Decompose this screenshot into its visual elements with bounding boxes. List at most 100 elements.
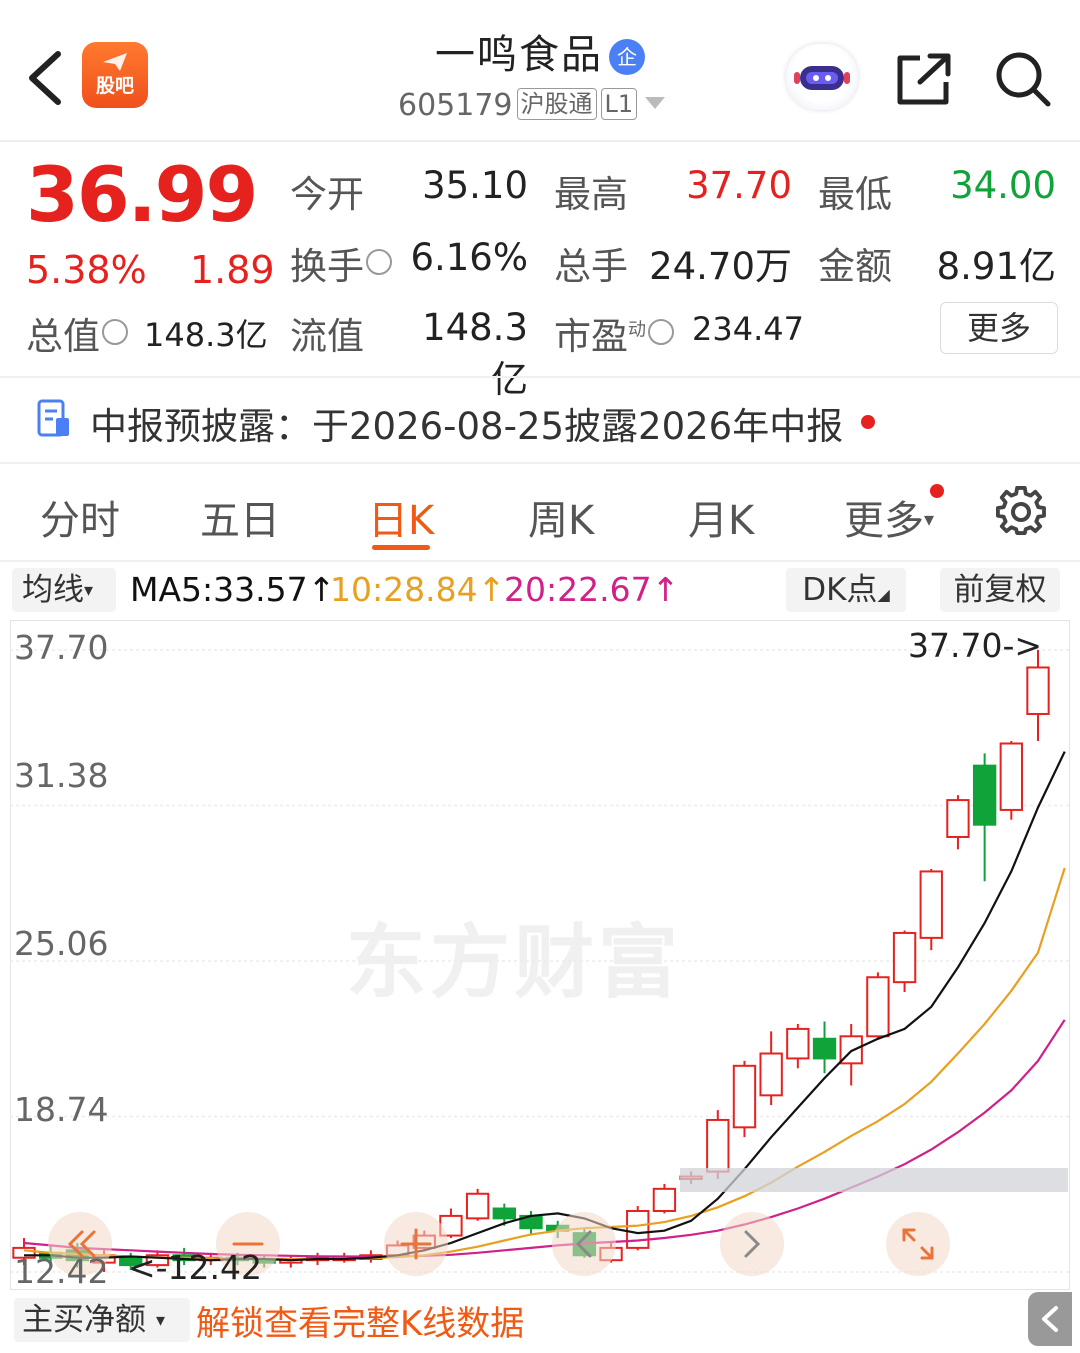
tab-monthly-k[interactable]: 月K [688,488,754,546]
ma10-value: 10:28.84 [330,570,478,609]
candle-up [999,742,1023,811]
chevron-left-icon [1042,1306,1058,1332]
document-icon [37,399,69,437]
ai-robot-avatar[interactable] [786,44,858,110]
candle-up [1026,666,1050,715]
tab-more[interactable]: 更多▾ [844,488,934,546]
pe-dynamic-sup: 动 [628,319,646,341]
active-tab-indicator [372,545,430,550]
turnover-label-text: 换手 [290,245,364,288]
caret-down-icon: ▾ [156,1310,166,1331]
tab-daily-k[interactable]: 日K [368,488,434,546]
paper-plane-icon [103,53,127,71]
net-buy-select[interactable]: 主买净额 ▾ [14,1298,190,1342]
search-icon[interactable] [994,50,1052,108]
tab-intraday[interactable]: 分时 [40,488,120,546]
change-amount: 1.89 [190,248,275,292]
earnings-notice[interactable]: 中报预披露：于2026-08-25披露2026年中报 [90,396,876,450]
total-cap-label-text: 总值 [26,315,100,358]
support-zone-band [680,1168,1068,1192]
indicator-select-label: 均线 [22,572,84,608]
candle-down [492,1207,516,1220]
change-percent: 5.38% [26,248,147,292]
back-arrow-icon[interactable] [22,48,70,108]
volume-label: 总手 [554,245,628,288]
y-tick-label: 31.38 [14,756,109,795]
high-label: 最高 [554,173,628,216]
low-value: 34.00 [950,164,1056,207]
up-arrow-icon: ↑ [651,570,680,609]
high-value: 37.70 [686,164,792,207]
ma20-value: 20:22.67 [504,570,652,609]
pe-value: 234.47 [692,310,804,348]
unlock-full-data-link[interactable]: 解锁查看完整K线数据 [196,1296,524,1345]
info-face-icon [648,319,674,345]
divider [0,376,1080,378]
net-buy-select-label: 主买净额 [22,1302,146,1338]
corner-triangle-icon: ◢ [877,585,890,604]
info-face-icon [102,319,128,345]
amount-value: 8.91亿 [936,245,1056,288]
caret-down-icon: ▾ [924,507,935,531]
robot-icon [794,66,850,90]
pe-label[interactable]: 市盈动 [554,306,674,360]
candlestick-chart[interactable] [10,620,1070,1290]
notification-dot [930,484,944,498]
up-arrow-icon: ↑ [477,570,506,609]
stock-code-row[interactable]: 605179 沪股通 L1 [398,88,666,123]
tab-five-day[interactable]: 五日 [200,488,280,546]
candle-up [892,931,917,984]
float-cap-value: 148.3亿 [422,306,528,401]
level-tag: L1 [600,88,638,120]
earnings-notice-text: 中报预披露：于2026-08-25披露2026年中报 [90,405,844,448]
stock-name: 一鸣食品 [435,32,603,78]
float-cap-label: 流值 [290,315,364,358]
candle-up [732,1064,757,1129]
candle-up [866,976,890,1038]
gear-icon[interactable] [996,486,1046,536]
ma20-readout: 20:22.67↑ [504,570,679,609]
indicator-select[interactable]: 均线▾ [12,568,116,612]
fullscreen-button[interactable] [886,1212,950,1276]
collapse-panel-button[interactable] [1028,1292,1072,1346]
tab-more-label: 更多 [844,498,924,544]
turnover-value: 6.16% [410,236,528,279]
scroll-right-button[interactable] [720,1212,784,1276]
candle-up [626,1209,650,1249]
max-price-annotation: 37.70-> [908,626,1043,665]
scroll-left-button[interactable] [552,1212,616,1276]
guba-app-logo[interactable]: 股吧 [82,42,148,108]
zoom-in-button[interactable] [384,1212,448,1276]
ma10-line [23,867,1066,1261]
ma10-readout: 10:28.84↑ [330,570,505,609]
candle-up [919,870,943,939]
candle-up [465,1192,490,1220]
candle-up [786,1027,810,1060]
open-value: 35.10 [422,164,528,207]
candle-down [972,764,997,826]
candle-down [812,1037,837,1060]
scroll-left-button-bg [552,1212,616,1276]
y-tick-label: 18.74 [14,1090,109,1129]
amount-label: 金额 [818,245,892,288]
company-badge-icon: 企 [609,39,645,75]
total-cap-value: 148.3亿 [144,316,268,354]
candle-up [946,799,970,838]
adjustment-button[interactable]: 前复权 [940,568,1060,612]
volume-value: 24.70万 [649,245,792,288]
candle-up [652,1187,677,1212]
y-tick-label: 12.42 [14,1252,109,1291]
stock-name-title: 一鸣食品企 [340,22,740,80]
min-price-annotation: <-12.42 [128,1248,263,1287]
top-header: 股吧 一鸣食品企 605179 沪股通 L1 [0,0,1080,142]
share-external-icon[interactable] [896,52,954,106]
candle-up [759,1052,783,1097]
tab-weekly-k[interactable]: 周K [528,488,594,546]
divider [0,462,1080,464]
current-price: 36.99 [26,150,258,239]
total-cap-label[interactable]: 总值 [26,306,128,360]
turnover-label[interactable]: 换手 [290,236,392,290]
unread-dot [861,415,876,429]
dk-point-button[interactable]: DK点◢ [786,568,906,612]
more-quote-button[interactable]: 更多 [940,302,1058,354]
